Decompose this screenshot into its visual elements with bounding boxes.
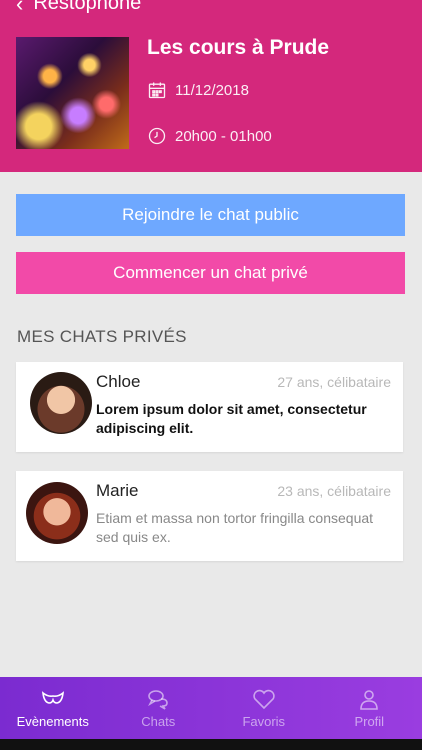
clock-icon xyxy=(148,127,166,145)
chat-message: Etiam et massa non tortor fringilla cons… xyxy=(96,510,374,545)
event-date-text: 11/12/2018 xyxy=(175,81,249,99)
back-button[interactable]: ‹ Restophone xyxy=(16,0,141,15)
tab-profil[interactable]: Profil xyxy=(317,677,422,739)
chat-name: Chloe xyxy=(96,372,141,391)
heart-icon xyxy=(253,689,275,709)
event-thumbnail xyxy=(16,37,129,149)
join-public-chat-button[interactable]: Rejoindre le chat public xyxy=(16,194,405,236)
section-title: MES CHATS PRIVÉS xyxy=(17,327,187,346)
tab-label: Favoris xyxy=(242,713,286,729)
event-header: ‹ Restophone Les cours à Prude 11/12/201… xyxy=(0,0,422,172)
mask-icon xyxy=(41,690,64,704)
back-label: Restophone xyxy=(33,0,142,14)
chat-meta: 23 ans, célibataire xyxy=(277,483,391,499)
chat-meta: 27 ans, célibataire xyxy=(277,374,391,390)
event-time-text: 20h00 - 01h00 xyxy=(175,127,272,145)
chat-list-item[interactable]: Marie 23 ans, célibataire Etiam et massa… xyxy=(16,471,403,561)
chat-bubbles-icon xyxy=(148,689,169,710)
tab-favoris[interactable]: Favoris xyxy=(211,677,317,739)
user-icon xyxy=(360,689,379,710)
tab-evenements[interactable]: Evènements xyxy=(0,677,106,739)
event-time: 20h00 - 01h00 xyxy=(147,126,272,146)
chat-list-item[interactable]: Chloe 27 ans, célibataire Lorem ipsum do… xyxy=(16,362,403,452)
chat-message: Lorem ipsum dolor sit amet, consectetur … xyxy=(96,401,367,436)
chat-name: Marie xyxy=(96,481,139,500)
avatar xyxy=(30,372,92,434)
avatar xyxy=(26,482,88,544)
tab-label: Chats xyxy=(141,713,176,729)
event-date: 11/12/2018 xyxy=(147,80,249,100)
bottom-tab-bar: Evènements Chats Favoris Profil xyxy=(0,677,422,739)
calendar-icon xyxy=(148,82,166,99)
tab-label: Profil xyxy=(354,713,385,729)
system-bottom-strip xyxy=(0,739,422,750)
chevron-left-icon: ‹ xyxy=(16,0,24,16)
start-private-chat-button[interactable]: Commencer un chat privé xyxy=(16,252,405,294)
tab-label: Evènements xyxy=(16,713,89,729)
tab-chats[interactable]: Chats xyxy=(106,677,212,739)
event-title: Les cours à Prude xyxy=(147,36,330,59)
